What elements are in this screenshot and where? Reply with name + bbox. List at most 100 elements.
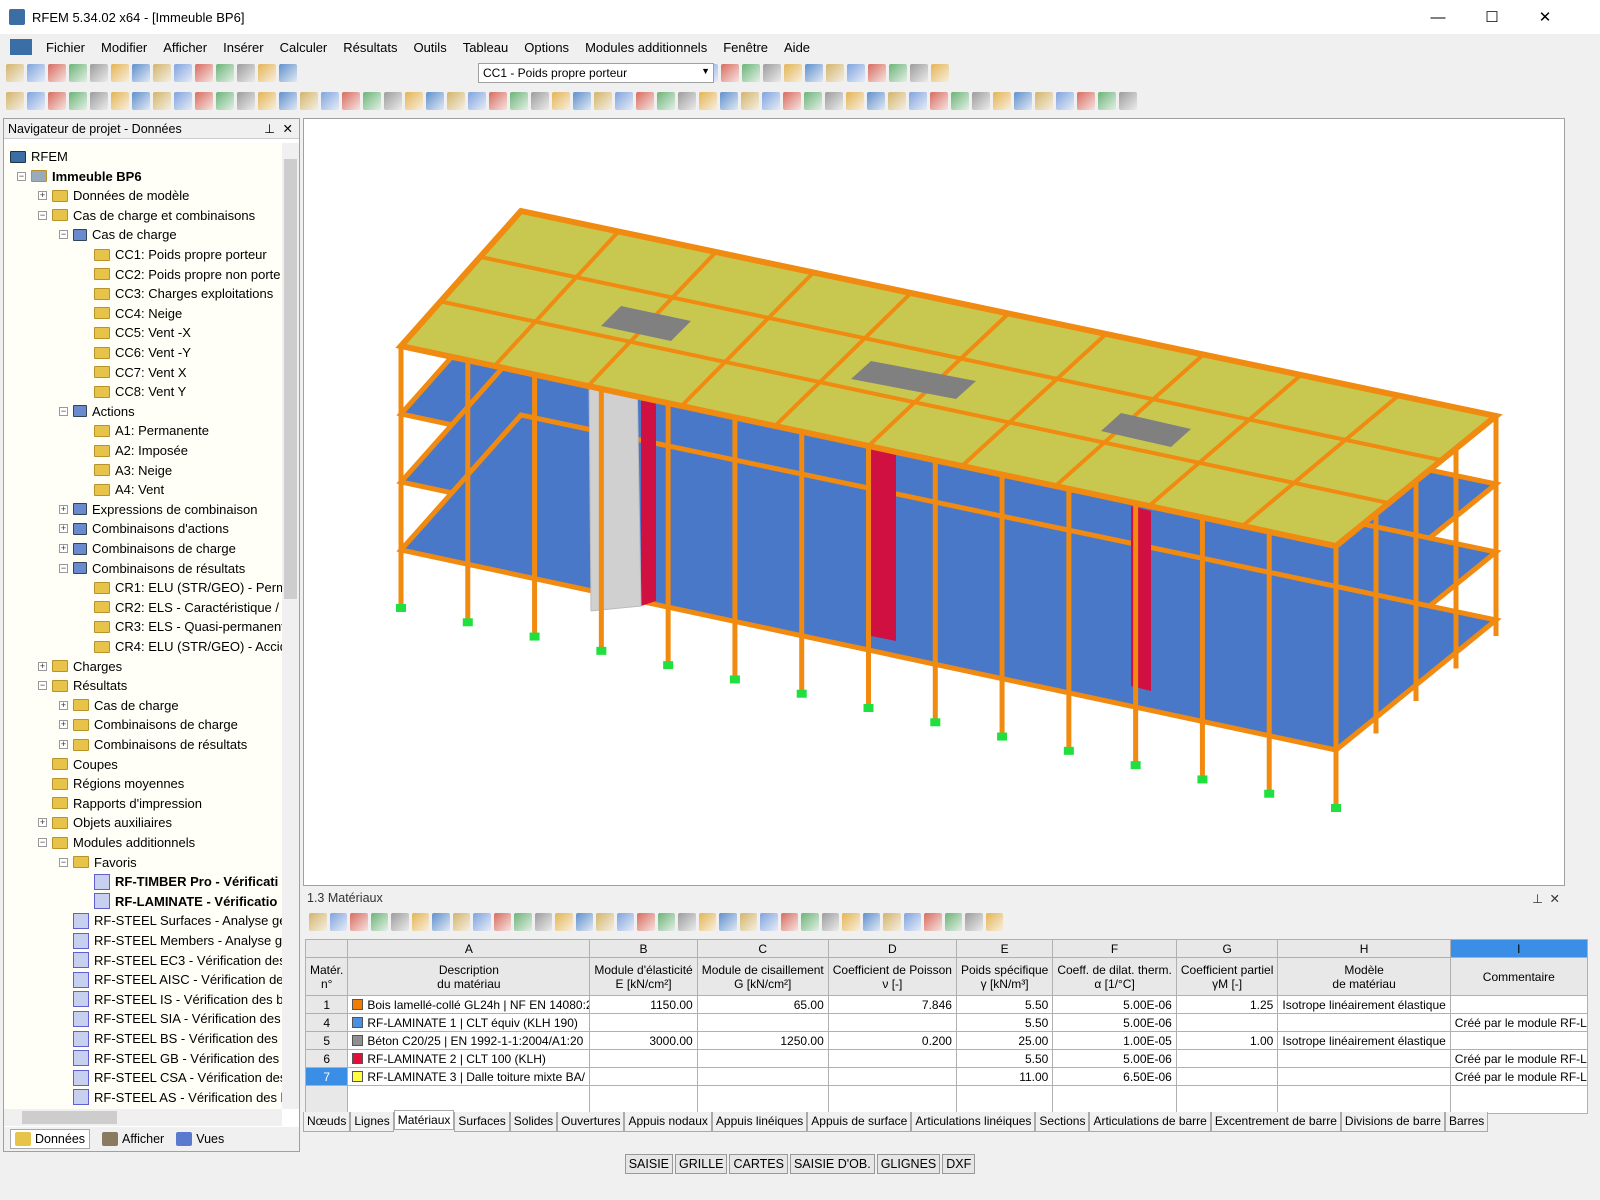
cell-model[interactable]: Isotrope linéairement élastique [1277,995,1451,1014]
tree-item[interactable]: CR4: ELU (STR/GEO) - Accid [94,637,282,656]
toolbar-button-icon[interactable] [1077,92,1095,110]
status-toggle-1[interactable]: GRILLE [675,1154,728,1174]
cell-nu[interactable] [827,1049,957,1068]
toolbar-button-icon[interactable] [1014,92,1032,110]
toolbar-button-icon[interactable] [132,64,150,82]
expand-toggle[interactable]: − [59,406,68,416]
toolbar-button-icon[interactable] [657,92,675,110]
tree-item[interactable]: RF-STEEL BS - Vérification des b [73,1029,282,1048]
material-description[interactable]: RF-LAMINATE 3 | Dalle toiture mixte BA/ [347,1067,591,1086]
tab-12[interactable]: Excentrement de barre [1210,1112,1341,1132]
expand-toggle[interactable]: + [59,524,68,534]
tree-item[interactable]: Données de modèle [52,186,189,205]
tree-item[interactable]: A3: Neige [94,461,172,480]
status-toggle-3[interactable]: SAISIE D'OB. [789,1154,875,1174]
toolbar-button-icon[interactable] [931,64,949,82]
nav-tab-1[interactable]: Afficher [102,1132,164,1146]
tab-3[interactable]: Surfaces [454,1112,510,1132]
toolbar-button-icon[interactable] [411,913,429,931]
tree-item[interactable]: Actions [73,402,135,421]
toolbar-button-icon[interactable] [363,92,381,110]
expand-toggle[interactable]: + [38,818,47,828]
toolbar-button-icon[interactable] [719,913,737,931]
tree-item[interactable]: Cas de charge [73,225,177,244]
cell-alpha[interactable]: 6.50E-06 [1052,1067,1177,1086]
toolbar-button-icon[interactable] [493,913,511,931]
cell-E[interactable] [589,1049,698,1068]
row-number[interactable]: 1 [304,995,349,1014]
toolbar-button-icon[interactable] [426,92,444,110]
tree-item[interactable]: RF-STEEL EC3 - Vérification des [73,951,282,970]
row-number[interactable]: 4 [304,1013,349,1032]
tree-item[interactable]: CC3: Charges exploitations [94,284,273,303]
toolbar-button-icon[interactable] [821,913,839,931]
toolbar-button-icon[interactable] [321,92,339,110]
expand-toggle[interactable]: − [59,230,68,240]
toolbar-button-icon[interactable] [903,913,921,931]
toolbar-button-icon[interactable] [111,64,129,82]
toolbar-button-icon[interactable] [531,92,549,110]
toolbar-button-icon[interactable] [111,92,129,110]
tree-item[interactable]: RF-TIMBER Pro - Vérificati [94,872,278,891]
column-letter[interactable]: I [1449,939,1588,958]
toolbar-button-icon[interactable] [930,92,948,110]
cell-gamma[interactable]: 25.00 [955,1031,1054,1050]
toolbar-button-icon[interactable] [6,64,24,82]
toolbar-button-icon[interactable] [972,92,990,110]
toolbar-button-icon[interactable] [452,913,470,931]
menu-5[interactable]: Résultats [335,40,405,55]
pin-icon[interactable]: ⊥ [264,121,275,136]
tree-item[interactable]: RF-STEEL IS - Vérification des ba [73,990,282,1009]
expand-toggle[interactable]: + [59,740,68,749]
cell-nu[interactable] [827,1013,957,1032]
cell-G[interactable] [696,1049,829,1068]
expand-toggle[interactable]: + [38,661,47,671]
toolbar-button-icon[interactable] [1119,92,1137,110]
cell-comment[interactable]: Créé par le module RF-L [1449,1013,1588,1032]
toolbar-button-icon[interactable] [1035,92,1053,110]
toolbar-button-icon[interactable] [552,92,570,110]
material-description[interactable]: Bois lamellé-collé GL24h | NF EN 14080:2 [347,995,591,1014]
tree-item[interactable]: RF-LAMINATE - Vérificatio [94,892,277,911]
tab-2[interactable]: Matériaux [393,1110,455,1130]
toolbar-button-icon[interactable] [300,92,318,110]
tab-7[interactable]: Appuis linéiques [711,1112,808,1132]
toolbar-button-icon[interactable] [391,913,409,931]
tree-item[interactable]: Expressions de combinaison [73,500,257,519]
menu-4[interactable]: Calculer [272,40,336,55]
toolbar-button-icon[interactable] [1098,92,1116,110]
cell-G[interactable] [696,1067,829,1086]
toolbar-button-icon[interactable] [510,92,528,110]
tab-1[interactable]: Lignes [350,1112,394,1132]
menu-1[interactable]: Modifier [93,40,155,55]
toolbar-button-icon[interactable] [258,64,276,82]
expand-toggle[interactable]: − [38,681,47,691]
toolbar-button-icon[interactable] [370,913,388,931]
menu-3[interactable]: Insérer [215,40,271,55]
cell-gm[interactable] [1175,1067,1279,1086]
nav-tab-2[interactable]: Vues [176,1132,224,1146]
column-letter[interactable]: B [589,939,698,958]
toolbar-button-icon[interactable] [174,92,192,110]
toolbar-button-icon[interactable] [594,92,612,110]
tree-item[interactable]: RF-STEEL GB - Vérification des b [73,1049,282,1068]
toolbar-button-icon[interactable] [889,64,907,82]
tree-item[interactable]: Modules additionnels [52,833,195,852]
expand-toggle[interactable]: + [59,720,68,730]
toolbar-button-icon[interactable] [27,92,45,110]
tree-item[interactable]: RF-STEEL AS - Vérification des b [73,1088,282,1107]
menu-10[interactable]: Fenêtre [715,40,776,55]
toolbar-button-icon[interactable] [616,913,634,931]
status-toggle-4[interactable]: GLIGNES [876,1154,941,1174]
toolbar-button-icon[interactable] [174,64,192,82]
toolbar-button-icon[interactable] [309,913,327,931]
cell-model[interactable]: Isotrope linéairement élastique [1277,1031,1451,1050]
toolbar-button-icon[interactable] [909,92,927,110]
tree-item[interactable]: CC5: Vent -X [94,323,191,342]
toolbar-button-icon[interactable] [534,913,552,931]
toolbar-button-icon[interactable] [279,92,297,110]
column-letter[interactable]: E [955,939,1054,958]
toolbar-button-icon[interactable] [48,92,66,110]
menu-11[interactable]: Aide [776,40,818,55]
tree-item[interactable]: Cas de charge et combinaisons [52,206,255,225]
